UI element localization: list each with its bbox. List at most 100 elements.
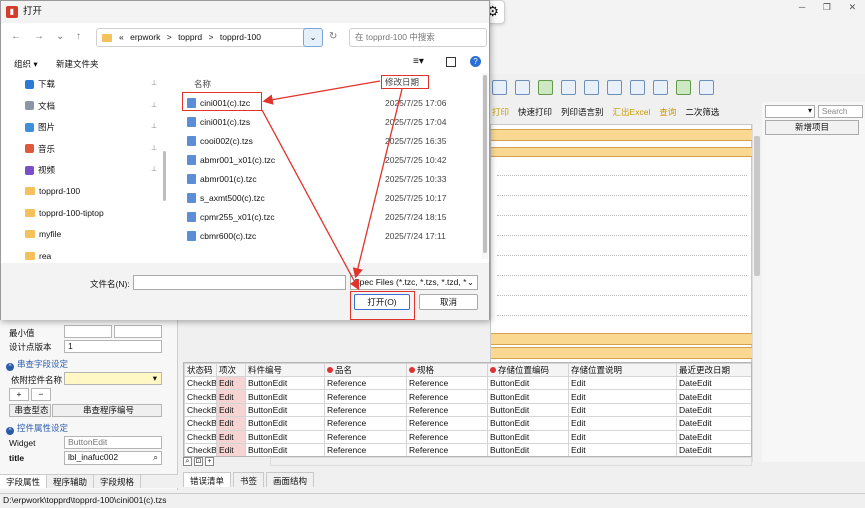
- grid-cell[interactable]: Reference: [324, 402, 407, 418]
- grid-column-header[interactable]: 项次: [216, 363, 246, 377]
- grid-row[interactable]: CheckBoxEditButtonEditReferenceReference…: [184, 416, 751, 431]
- up-arrow-icon[interactable]: ↑: [76, 31, 81, 42]
- toolbar-icon[interactable]: [492, 80, 507, 95]
- grid-cell[interactable]: DateEdit: [676, 389, 751, 404]
- grid-cell[interactable]: Edit: [216, 375, 246, 391]
- export-excel-button[interactable]: 汇出Excel: [613, 106, 651, 118]
- grid-cell[interactable]: CheckBox: [184, 375, 217, 391]
- grid-cell[interactable]: CheckBox: [184, 389, 217, 404]
- close-window-icon[interactable]: ✕: [849, 2, 857, 13]
- grid-cell[interactable]: DateEdit: [676, 416, 751, 431]
- nav-item[interactable]: 下载: [25, 78, 55, 90]
- min-value-field[interactable]: [64, 325, 112, 338]
- nav-item[interactable]: rea: [25, 251, 51, 261]
- grid-cell[interactable]: CheckBox: [184, 402, 217, 418]
- nav-item[interactable]: 文档: [25, 100, 55, 112]
- open-button[interactable]: 打开(O): [354, 294, 410, 310]
- filename-input[interactable]: [133, 275, 346, 290]
- grid-scrollbar[interactable]: [270, 457, 752, 466]
- grid-cell[interactable]: Reference: [406, 429, 488, 444]
- grid-cell[interactable]: Edit: [568, 442, 677, 456]
- view-menu-icon[interactable]: ≡▾: [413, 56, 424, 67]
- toolbar-icon[interactable]: [699, 80, 714, 95]
- grid-row[interactable]: CheckBoxEditButtonEditReferenceReference…: [184, 389, 751, 404]
- nav-scrollbar[interactable]: [163, 151, 166, 201]
- toolbar-icon[interactable]: [561, 80, 576, 95]
- grid-cell[interactable]: Edit: [568, 375, 677, 391]
- grid-cell[interactable]: Reference: [406, 389, 488, 404]
- search-icon[interactable]: ⌕: [153, 452, 158, 463]
- grid-cell[interactable]: Edit: [216, 429, 246, 444]
- grid-cell[interactable]: Edit: [568, 416, 677, 431]
- section-header[interactable]: ^ 串查字段设定: [6, 358, 68, 371]
- address-bar[interactable]: « erpwork > topprd > topprd-100: [96, 28, 323, 47]
- grid-cell[interactable]: Edit: [216, 389, 246, 404]
- grid-cell[interactable]: Reference: [406, 442, 488, 456]
- grid-cell[interactable]: Reference: [406, 402, 488, 418]
- file-list-scrollbar[interactable]: [482, 73, 488, 259]
- grid-cell[interactable]: DateEdit: [676, 375, 751, 391]
- canvas-scrollbar[interactable]: [752, 124, 761, 462]
- tab-error-list[interactable]: 错误清单: [183, 472, 232, 487]
- remove-row-button[interactable]: −: [31, 388, 51, 401]
- pin-icon[interactable]: ⊥: [151, 79, 157, 87]
- toolbar-icon[interactable]: [584, 80, 599, 95]
- grid-column-header[interactable]: 品名: [324, 363, 407, 377]
- grid-cell[interactable]: ButtonEdit: [487, 402, 569, 418]
- grid-cell[interactable]: Reference: [406, 375, 488, 391]
- right-panel-search[interactable]: Search: [818, 105, 863, 118]
- pin-icon[interactable]: ⊥: [151, 122, 157, 130]
- toolbar-icon[interactable]: [607, 80, 622, 95]
- nav-item[interactable]: 音乐: [25, 143, 55, 155]
- tab-field-properties[interactable]: 字段属性: [0, 475, 48, 488]
- depend-control-select[interactable]: ▾: [64, 372, 162, 385]
- grid-row[interactable]: CheckBoxEditButtonEditReferenceReference…: [184, 375, 751, 391]
- nav-item[interactable]: 视频: [25, 164, 55, 176]
- query-button[interactable]: 查询: [659, 106, 676, 118]
- address-dropdown-button[interactable]: ⌄: [303, 28, 323, 47]
- toolbar-icon[interactable]: [515, 80, 530, 95]
- nav-item[interactable]: topprd-100: [25, 186, 80, 196]
- grid-cell[interactable]: ButtonEdit: [245, 389, 325, 404]
- pin-icon[interactable]: ⊥: [151, 165, 157, 173]
- add-row-button[interactable]: +: [9, 388, 29, 401]
- nav-item[interactable]: topprd-100-tiptop: [25, 208, 104, 218]
- file-row[interactable]: s_axmt500(c).tzc 2025/7/25 10:17: [186, 190, 476, 206]
- new-folder-button[interactable]: 新建文件夹: [56, 58, 99, 70]
- file-row[interactable]: abmr001_x01(c).tzc 2025/7/25 10:42: [186, 152, 476, 168]
- grid-cell[interactable]: ButtonEdit: [245, 402, 325, 418]
- restore-icon[interactable]: ❐: [823, 2, 831, 13]
- grid-cell[interactable]: ButtonEdit: [487, 375, 569, 391]
- file-row[interactable]: cooi002(c).tzs 2025/7/25 16:35: [186, 133, 476, 149]
- grid-column-header[interactable]: 规格: [406, 363, 488, 377]
- grid-cell[interactable]: Reference: [324, 389, 407, 404]
- minimize-icon[interactable]: ─: [799, 2, 805, 12]
- secondary-filter-button[interactable]: 二次筛选: [685, 106, 719, 118]
- toolbar-icon[interactable]: [538, 80, 553, 95]
- help-icon[interactable]: ?: [470, 56, 481, 67]
- grid-cell[interactable]: ButtonEdit: [245, 442, 325, 456]
- grid-cell[interactable]: ButtonEdit: [487, 389, 569, 404]
- grid-cell[interactable]: Edit: [568, 402, 677, 418]
- pin-icon[interactable]: ⊥: [151, 144, 157, 152]
- grid-cell[interactable]: Reference: [406, 416, 488, 431]
- print-language-button[interactable]: 列印语言别: [561, 106, 604, 118]
- grid-cell[interactable]: Edit: [216, 402, 246, 418]
- breadcrumb-topprd[interactable]: topprd: [178, 32, 202, 42]
- column-name-header[interactable]: 名称: [194, 78, 211, 90]
- forward-arrow-icon[interactable]: →: [34, 31, 44, 42]
- grid-column-header[interactable]: 最近更改日期: [676, 363, 751, 377]
- section-header[interactable]: ^ 控件属性设定: [6, 422, 68, 435]
- quick-print-button[interactable]: 快速打印: [518, 106, 552, 118]
- filetype-select[interactable]: Spec Files (*.tzc, *.tzs, *.tzd, *. ⌄: [350, 275, 478, 290]
- breadcrumb-erpwork[interactable]: erpwork: [130, 32, 160, 42]
- expand-icon[interactable]: +: [205, 457, 214, 466]
- cancel-button[interactable]: 取消: [419, 294, 478, 310]
- grid-cell[interactable]: Edit: [568, 429, 677, 444]
- back-arrow-icon[interactable]: ←: [11, 31, 21, 42]
- grid-cell[interactable]: Reference: [324, 375, 407, 391]
- grid-row[interactable]: CheckBoxEditButtonEditReferenceReference…: [184, 429, 751, 444]
- grid-cell[interactable]: Edit: [216, 442, 246, 456]
- preview-pane-icon[interactable]: [446, 57, 456, 67]
- tab-field-spec[interactable]: 字段规格: [94, 475, 142, 488]
